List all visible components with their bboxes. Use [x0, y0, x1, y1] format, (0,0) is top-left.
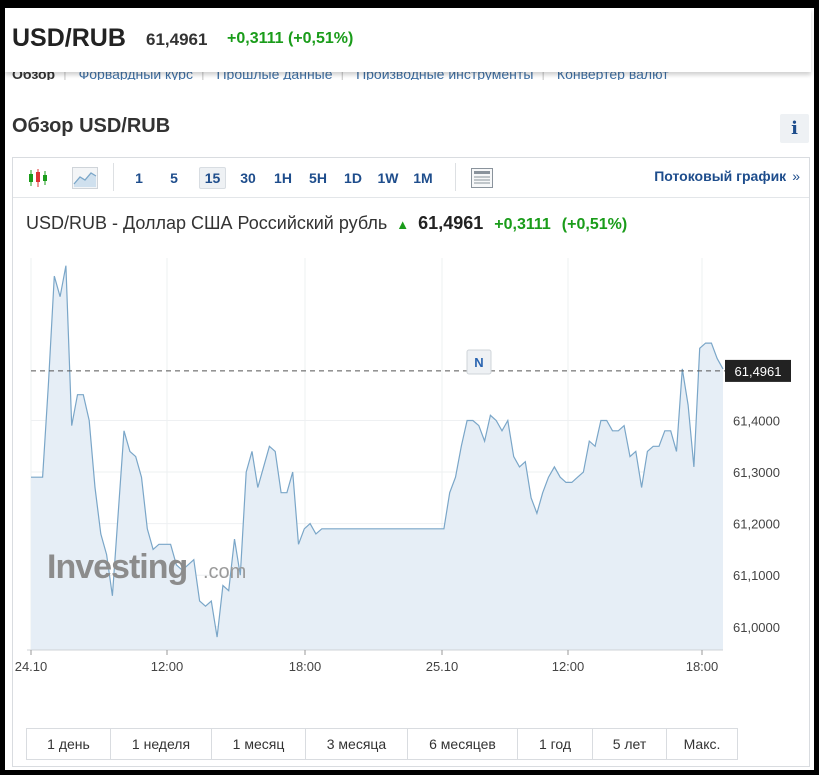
y-tick-label: 61,0000: [733, 620, 780, 635]
y-tick-label: 61,3000: [733, 465, 780, 480]
range-selector: 1 день 1 неделя 1 месяц 3 месяца 6 месяц…: [26, 728, 738, 760]
investing-logo: Investing: [47, 548, 187, 586]
price-chart[interactable]: 61,0000 61,1000 61,2000 61,3000 61,4000 24.10…: [13, 158, 809, 718]
range-1-month[interactable]: 1 месяц: [212, 729, 306, 759]
x-tick-label: 25.10: [426, 659, 459, 674]
x-tick-label: 18:00: [289, 659, 322, 674]
header-price: 61,4961: [146, 30, 208, 49]
range-6-months[interactable]: 6 месяцев: [408, 729, 518, 759]
price-area: [31, 265, 723, 650]
page-frame: USD/RUB 61,4961 +0,3111 (+0,51%) Обзор | …: [0, 0, 819, 775]
investing-logo-suffix: .com: [203, 561, 246, 583]
header-change: +0,3111 (+0,51%): [227, 30, 354, 47]
y-tick-label: 61,2000: [733, 517, 780, 532]
page-title: Обзор USD/RUB: [12, 115, 171, 137]
range-5-years[interactable]: 5 лет: [593, 729, 667, 759]
range-max[interactable]: Макс.: [667, 729, 737, 759]
range-1-day[interactable]: 1 день: [27, 729, 111, 759]
range-1-year[interactable]: 1 год: [518, 729, 593, 759]
range-1-week[interactable]: 1 неделя: [111, 729, 212, 759]
range-3-months[interactable]: 3 месяца: [306, 729, 408, 759]
info-button[interactable]: i: [780, 114, 809, 143]
x-tick-label: 12:00: [552, 659, 585, 674]
header-symbol: USD/RUB: [12, 24, 126, 52]
x-tick-label: 12:00: [151, 659, 184, 674]
sticky-quote-header: USD/RUB 61,4961 +0,3111 (+0,51%): [5, 8, 811, 72]
news-marker-label: N: [474, 355, 483, 370]
chart-widget: 1 5 15 30 1H 5H 1D 1W 1M Потоковый графи…: [12, 157, 810, 767]
x-tick-label: 24.10: [15, 659, 48, 674]
y-tick-label: 61,4000: [733, 413, 780, 428]
x-tick-label: 18:00: [686, 659, 719, 674]
y-tick-label: 61,1000: [733, 568, 780, 583]
last-price-label: 61,4961: [735, 364, 782, 379]
